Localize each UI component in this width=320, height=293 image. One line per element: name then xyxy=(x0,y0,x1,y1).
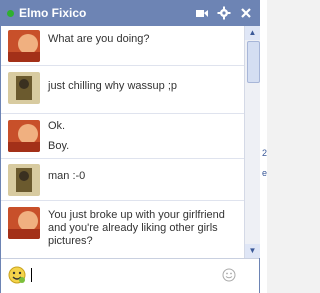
sticker-icon[interactable] xyxy=(7,265,27,290)
message-composer[interactable] xyxy=(1,258,259,293)
text-cursor xyxy=(31,268,32,282)
chat-window: Elmo Fixico What are you doing? just chi… xyxy=(0,0,260,293)
message-row: What are you doing? xyxy=(1,26,244,66)
message-row: You just broke up with your girlfriend a… xyxy=(1,201,244,258)
message-row: Ok. Boy. xyxy=(1,114,244,159)
close-icon[interactable] xyxy=(239,6,253,20)
emoji-icon[interactable] xyxy=(222,268,236,287)
background-text: 2 xyxy=(262,148,268,158)
avatar[interactable] xyxy=(8,120,40,152)
message-text: man :-0 xyxy=(48,170,86,182)
avatar[interactable] xyxy=(8,30,40,62)
message-list[interactable]: What are you doing? just chilling why wa… xyxy=(1,26,244,258)
background-text: e xyxy=(262,168,268,178)
gear-icon[interactable] xyxy=(217,6,231,20)
message-text: just chilling why wassup ;p xyxy=(48,80,178,92)
avatar[interactable] xyxy=(8,164,40,196)
message-row: just chilling why wassup ;p xyxy=(1,66,244,114)
message-text: What are you doing? xyxy=(48,33,150,45)
scrollbar[interactable]: ▲ ▼ xyxy=(244,26,260,258)
online-status-dot xyxy=(7,10,14,17)
scroll-thumb[interactable] xyxy=(247,41,260,83)
message-text: Ok. Boy. xyxy=(48,120,70,152)
avatar[interactable] xyxy=(8,72,40,104)
chat-titlebar[interactable]: Elmo Fixico xyxy=(1,1,259,26)
scroll-up-icon[interactable]: ▲ xyxy=(245,26,260,40)
video-camera-icon[interactable] xyxy=(195,6,209,20)
message-row: man :-0 xyxy=(1,159,244,201)
contact-name[interactable]: Elmo Fixico xyxy=(19,6,86,20)
title-icons xyxy=(195,6,253,20)
avatar[interactable] xyxy=(8,207,40,239)
background-page-strip xyxy=(260,0,267,293)
scroll-down-icon[interactable]: ▼ xyxy=(245,244,260,258)
message-text: You just broke up with your girlfriend a… xyxy=(48,209,225,247)
